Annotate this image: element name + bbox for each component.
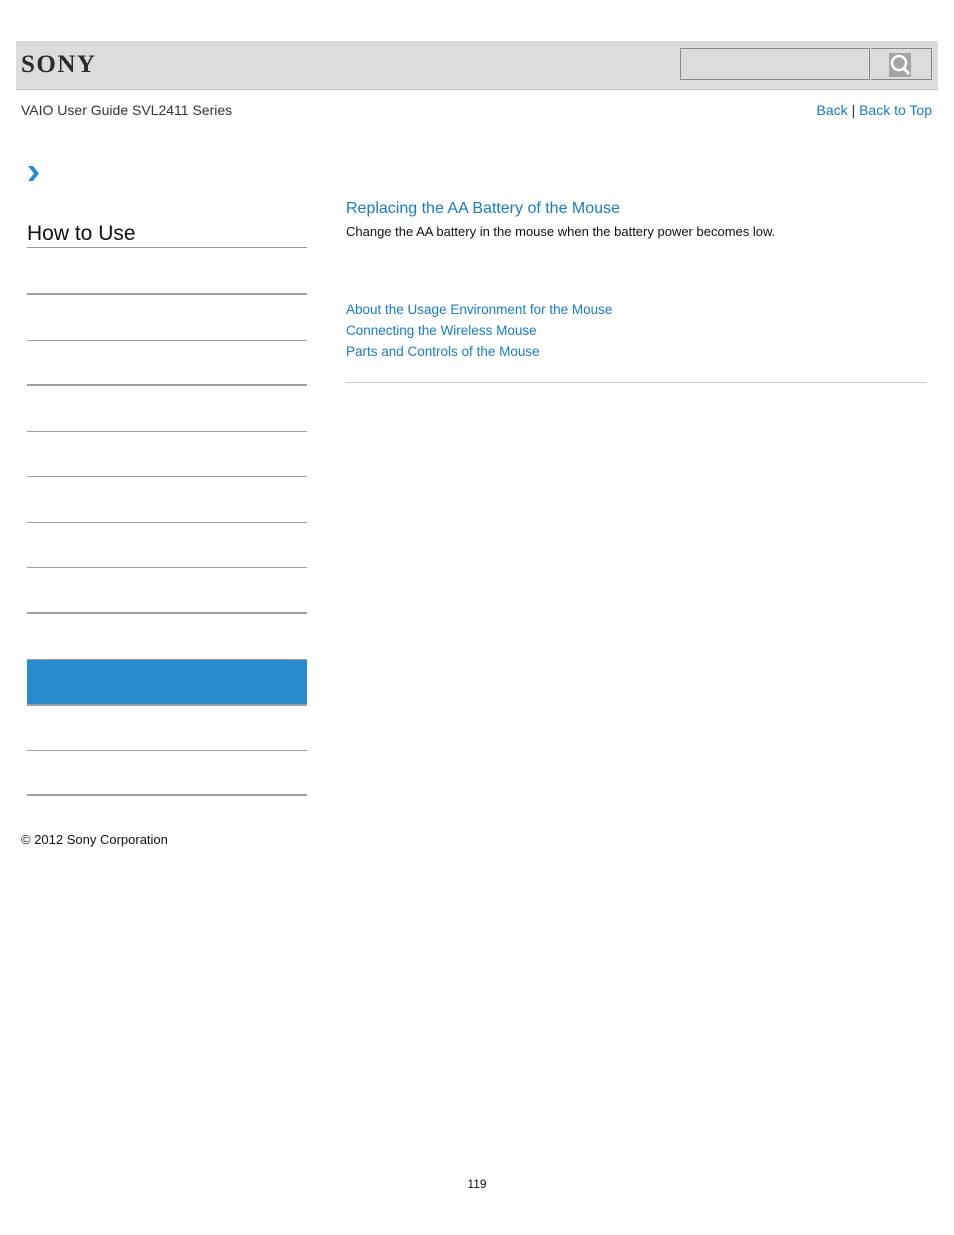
content-divider bbox=[346, 382, 926, 383]
search-icon bbox=[889, 53, 911, 77]
sidebar-item[interactable] bbox=[27, 296, 307, 341]
sidebar-item[interactable] bbox=[27, 569, 307, 614]
sidebar-item[interactable] bbox=[27, 751, 307, 796]
related-link[interactable]: Connecting the Wireless Mouse bbox=[346, 323, 537, 338]
sidebar-item[interactable] bbox=[27, 387, 307, 432]
sidebar-item[interactable] bbox=[27, 432, 307, 477]
search-button[interactable] bbox=[871, 48, 932, 80]
nav-separator: | bbox=[851, 102, 856, 118]
related-link[interactable]: About the Usage Environment for the Mous… bbox=[346, 302, 612, 317]
sidebar-item[interactable] bbox=[27, 706, 307, 751]
search-input[interactable] bbox=[680, 48, 870, 80]
related-link[interactable]: Parts and Controls of the Mouse bbox=[346, 344, 540, 359]
sony-logo: SONY bbox=[21, 51, 97, 78]
topic-title-link[interactable]: Replacing the AA Battery of the Mouse bbox=[346, 200, 620, 218]
sidebar-item[interactable] bbox=[27, 250, 307, 295]
guide-title: VAIO User Guide SVL2411 Series bbox=[21, 102, 233, 118]
chevron-right-icon[interactable] bbox=[27, 166, 40, 186]
sidebar-title: How to Use bbox=[27, 222, 307, 248]
copyright: © 2012 Sony Corporation bbox=[21, 832, 168, 847]
sidebar-item[interactable] bbox=[27, 478, 307, 523]
page-number: 119 bbox=[467, 1177, 487, 1191]
sidebar-item[interactable] bbox=[27, 341, 307, 386]
top-nav: Back | Back to Top bbox=[817, 102, 932, 118]
back-link[interactable]: Back bbox=[817, 102, 848, 118]
topic-description: Change the AA battery in the mouse when … bbox=[346, 224, 776, 239]
sidebar-item[interactable] bbox=[27, 523, 307, 568]
sidebar-item-active[interactable] bbox=[27, 659, 307, 706]
back-to-top-link[interactable]: Back to Top bbox=[859, 102, 932, 118]
